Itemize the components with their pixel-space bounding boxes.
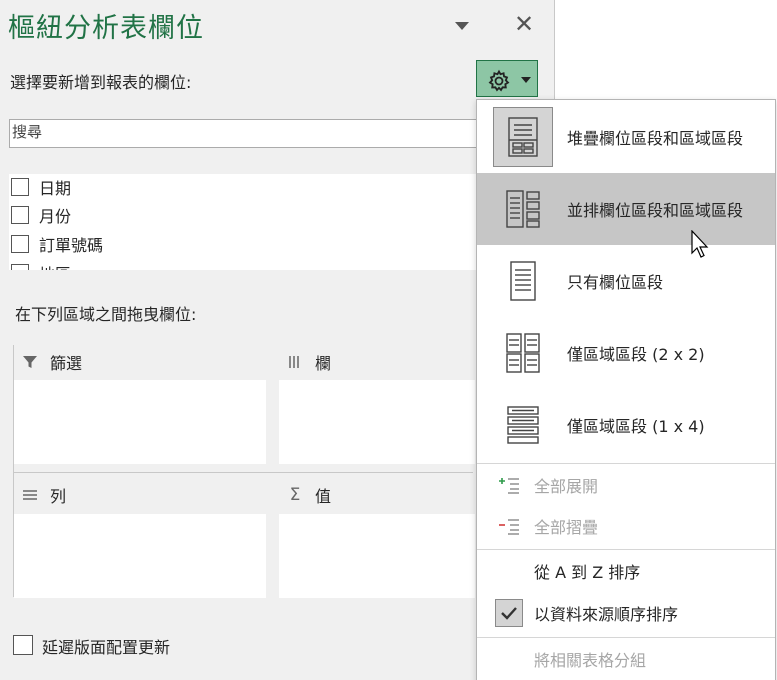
choose-fields-label: 選擇要新增到報表的欄位: bbox=[10, 73, 192, 92]
areas-2x2-layout-icon bbox=[493, 323, 553, 383]
menu-item-stacked-layout[interactable]: 堆疊欄位區段和區域區段 bbox=[477, 101, 775, 173]
search-input[interactable]: 搜尋 bbox=[9, 119, 479, 148]
menu-item-sort-data-source-order[interactable]: 以資料來源順序排序 bbox=[477, 593, 775, 633]
expand-all-icon bbox=[495, 471, 523, 499]
stacked-layout-icon bbox=[493, 107, 553, 167]
areas-1x4-layout-icon bbox=[493, 395, 553, 455]
menu-item-collapse-all[interactable]: 全部摺疊 bbox=[477, 506, 775, 546]
mouse-cursor-icon bbox=[691, 230, 709, 258]
menu-item-label: 並排欄位區段和區域區段 bbox=[567, 201, 744, 220]
field-item[interactable]: 訂單號碼 bbox=[11, 231, 103, 257]
defer-update-label: 延遲版面配置更新 bbox=[42, 638, 171, 657]
pane-title: 樞紐分析表欄位 bbox=[8, 13, 204, 44]
field-checkbox[interactable] bbox=[11, 264, 29, 270]
menu-item-label: 僅區域區段 (2 x 2) bbox=[567, 345, 705, 364]
menu-separator bbox=[477, 463, 775, 464]
menu-item-label: 全部摺疊 bbox=[534, 518, 599, 537]
filters-label: 篩選 bbox=[50, 354, 83, 373]
menu-separator bbox=[477, 637, 775, 638]
menu-item-expand-all[interactable]: 全部展開 bbox=[477, 465, 775, 505]
menu-item-sort-a-to-z[interactable]: 從 A 到 Z 排序 bbox=[477, 551, 775, 591]
rows-icon bbox=[20, 487, 40, 503]
menu-item-label: 堆疊欄位區段和區域區段 bbox=[567, 129, 744, 148]
field-label: 月份 bbox=[39, 207, 72, 226]
chevron-down-icon bbox=[521, 77, 531, 83]
field-checkbox[interactable] bbox=[11, 178, 29, 196]
menu-item-areas-2x2-layout[interactable]: 僅區域區段 (2 x 2) bbox=[477, 317, 775, 389]
rows-area-header: 列 bbox=[20, 480, 66, 510]
pivot-field-pane: 樞紐分析表欄位 ✕ 選擇要新增到報表的欄位: 搜尋 日期 月份 訂單號碼 地區 bbox=[0, 0, 555, 680]
gear-icon bbox=[488, 69, 510, 92]
field-label: 日期 bbox=[39, 179, 72, 198]
field-checkbox[interactable] bbox=[11, 235, 29, 253]
pane-options-chevron-down-icon[interactable] bbox=[455, 22, 469, 30]
field-item[interactable]: 日期 bbox=[11, 174, 71, 200]
close-icon[interactable]: ✕ bbox=[512, 10, 536, 38]
tools-gear-button[interactable] bbox=[476, 60, 538, 97]
collapse-all-icon bbox=[495, 512, 523, 540]
menu-item-areas-1x4-layout[interactable]: 僅區域區段 (1 x 4) bbox=[477, 389, 775, 461]
defer-update-checkbox[interactable] bbox=[13, 635, 33, 655]
field-list: 日期 月份 訂單號碼 地區 bbox=[9, 174, 477, 270]
menu-item-label: 全部展開 bbox=[534, 477, 599, 496]
menu-separator bbox=[477, 549, 775, 550]
filter-icon bbox=[20, 354, 40, 370]
fields-only-layout-icon bbox=[493, 251, 553, 311]
side-by-side-layout-icon bbox=[493, 179, 553, 239]
field-checkbox[interactable] bbox=[11, 206, 29, 224]
filters-drop-zone[interactable] bbox=[14, 380, 266, 464]
menu-item-label: 僅區域區段 (1 x 4) bbox=[567, 417, 705, 436]
rows-drop-zone[interactable] bbox=[14, 514, 266, 598]
menu-item-side-by-side-layout[interactable]: 並排欄位區段和區域區段 bbox=[477, 173, 775, 245]
columns-drop-zone[interactable] bbox=[279, 380, 475, 464]
menu-item-fields-only-layout[interactable]: 只有欄位區段 bbox=[477, 245, 775, 317]
checkmark-icon bbox=[495, 599, 523, 627]
menu-item-label: 從 A 到 Z 排序 bbox=[534, 563, 641, 582]
menu-item-label: 將相關表格分組 bbox=[534, 651, 647, 670]
columns-area-header: 欄 bbox=[285, 347, 331, 377]
area-divider bbox=[13, 472, 473, 473]
drag-fields-label: 在下列區域之間拖曳欄位: bbox=[15, 305, 197, 324]
menu-item-group-related-tables[interactable]: 將相關表格分組 bbox=[477, 639, 775, 679]
menu-item-label: 只有欄位區段 bbox=[567, 273, 664, 292]
field-item[interactable]: 月份 bbox=[11, 202, 71, 228]
values-label: 值 bbox=[315, 487, 332, 506]
sigma-icon: Σ bbox=[289, 485, 301, 505]
layout-options-menu: 堆疊欄位區段和區域區段 並排欄位區段和區域區段 只有欄位區段 僅區域區段 (2 … bbox=[476, 99, 776, 680]
columns-label: 欄 bbox=[315, 354, 332, 373]
field-label: 訂單號碼 bbox=[39, 236, 104, 255]
values-drop-zone[interactable] bbox=[279, 514, 475, 598]
values-area-header: Σ 值 bbox=[285, 480, 331, 510]
field-label: 地區 bbox=[39, 261, 71, 270]
filters-area-header: 篩選 bbox=[20, 347, 82, 377]
menu-item-label: 以資料來源順序排序 bbox=[534, 605, 679, 624]
field-item[interactable]: 地區 bbox=[11, 260, 71, 270]
columns-icon bbox=[285, 354, 305, 370]
rows-label: 列 bbox=[50, 487, 67, 506]
